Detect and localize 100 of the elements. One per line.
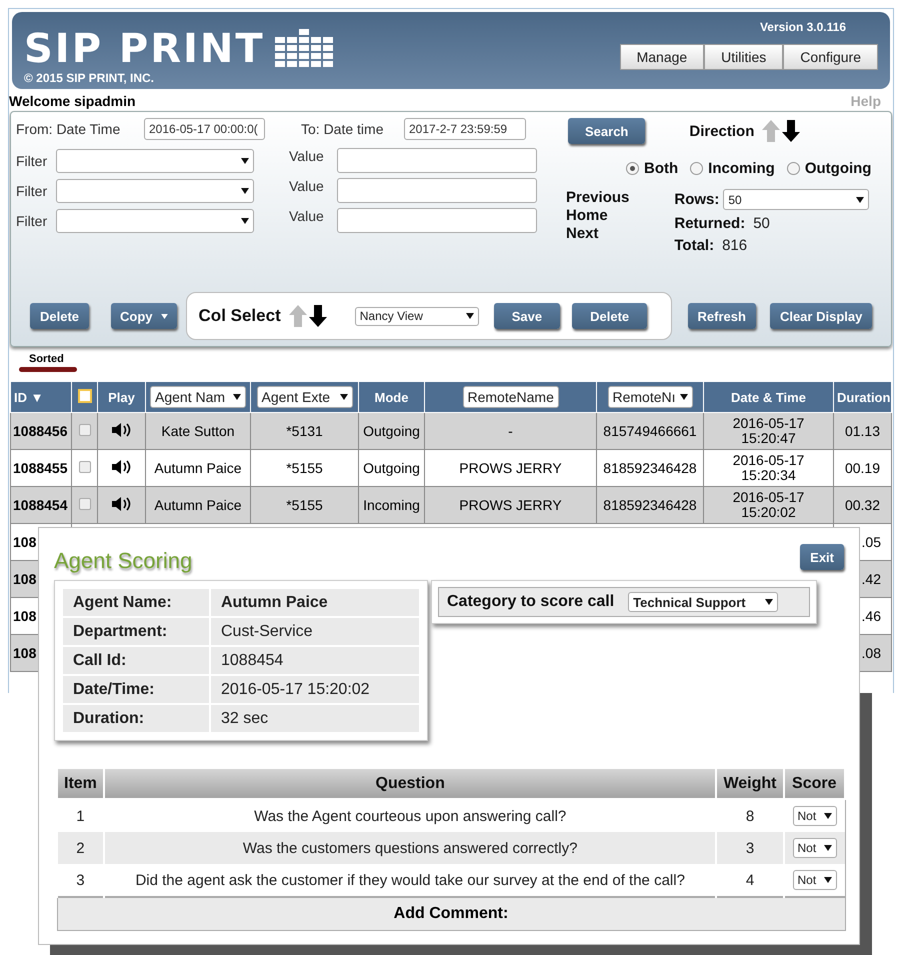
filter-select[interactable] [56, 148, 254, 172]
caret-icon [340, 394, 348, 400]
caret-icon [680, 394, 688, 400]
extension-cell: *5131 [286, 422, 323, 438]
rows-select[interactable]: 50 [723, 189, 870, 210]
copy-button[interactable]: Copy [111, 303, 177, 329]
info-value: Autumn Paice [210, 588, 420, 617]
caret-icon [824, 877, 832, 883]
score-select[interactable]: Not [792, 806, 836, 826]
time-cell: 15:20:02 [741, 504, 796, 520]
refresh-button[interactable]: Refresh [688, 303, 756, 329]
filter-label: Filter [16, 182, 48, 198]
id-cell: 1088455 [13, 460, 68, 476]
column-select[interactable]: RemoteNı [608, 386, 692, 408]
value-field[interactable] [337, 178, 537, 203]
down-arrow-icon [782, 120, 800, 142]
view-select[interactable]: Nancy View [354, 306, 479, 326]
select-all-checkbox[interactable] [78, 388, 92, 402]
info-value: Cust-Service [210, 617, 420, 646]
score-select[interactable]: Not [792, 870, 836, 890]
search-button[interactable]: Search [568, 118, 646, 144]
value-label: Value [288, 148, 325, 164]
bars-logo-icon [274, 29, 335, 69]
duration-cell: .42 [862, 570, 881, 586]
category-select[interactable]: Technical Support [628, 592, 778, 612]
value-field[interactable] [337, 148, 537, 173]
column-header: Date & Time [731, 390, 806, 404]
id-cell: 108 [13, 608, 36, 624]
agent-cell: Autumn Paice [154, 460, 242, 476]
id-cell: 1088454 [13, 496, 68, 512]
info-label: Call Id: [62, 646, 210, 675]
direction-radio[interactable]: Outgoing [786, 160, 872, 177]
from-label: From: Date Time [16, 121, 122, 137]
save-button[interactable]: Save [494, 303, 560, 329]
duration-cell: .05 [862, 534, 881, 550]
column-select[interactable]: Agent Nam [150, 386, 246, 408]
total-value: 816 [722, 237, 748, 254]
clear-display-button[interactable]: Clear Display [770, 303, 872, 329]
info-value: 32 sec [210, 704, 420, 733]
value-field[interactable] [337, 208, 537, 233]
row-checkbox[interactable] [78, 460, 90, 472]
caret-icon [241, 218, 249, 224]
score-select[interactable]: Not [792, 838, 836, 858]
paging-link[interactable]: Previous [566, 189, 630, 207]
delete-button[interactable]: Delete [30, 303, 90, 329]
paging-link[interactable]: Home [566, 207, 630, 225]
nav-button[interactable]: Configure [783, 44, 878, 70]
add-comment-header: Add Comment: [57, 897, 845, 930]
total-label: Total: [674, 237, 714, 254]
question-column-header: Question [104, 768, 716, 799]
direction-radio[interactable]: Incoming [690, 160, 775, 177]
returned-value: 50 [753, 215, 770, 232]
column-select[interactable]: RemoteName [462, 386, 558, 408]
id-cell: 1088456 [13, 422, 68, 438]
question-column-header: Score [784, 768, 845, 799]
exit-button[interactable]: Exit [800, 544, 844, 570]
time-cell: 15:20:34 [741, 467, 796, 483]
up-arrow-icon [762, 120, 780, 142]
rows-label: Rows: [674, 191, 720, 208]
speaker-icon[interactable] [112, 422, 132, 438]
value-label: Value [288, 178, 325, 194]
nav-button[interactable]: Manage [620, 44, 704, 70]
paging-link[interactable]: Next [566, 225, 630, 243]
speaker-icon[interactable] [112, 496, 132, 512]
info-label: Department: [62, 617, 210, 646]
filter-label: Filter [16, 212, 48, 228]
row-checkbox[interactable] [78, 424, 90, 436]
question-column-header: Weight [716, 768, 784, 799]
to-label: To: Date time [300, 121, 384, 137]
remote-number-cell: 815749466661 [603, 422, 697, 438]
direction-radio[interactable]: Both [626, 160, 678, 177]
filter-label: Filter [16, 152, 48, 168]
item-cell: 1 [76, 808, 85, 824]
filter-select[interactable] [56, 208, 254, 232]
returned-label: Returned: [674, 215, 746, 232]
agent-cell: Autumn Paice [154, 496, 242, 512]
to-date-field[interactable]: 2017-2-7 23:59:59 [404, 118, 526, 140]
duration-cell: 01.13 [844, 422, 880, 438]
sorted-bar [19, 367, 77, 372]
version-text: Version 3.0.116 [760, 20, 846, 34]
caret-icon [233, 394, 241, 400]
mode-cell: Outgoing [363, 460, 420, 476]
column-select[interactable]: Agent Exte [256, 386, 352, 408]
weight-cell: 4 [746, 872, 754, 888]
time-cell: 15:20:47 [741, 430, 796, 446]
col-select-label: Col Select [198, 306, 281, 326]
dialog-title: Agent Scoring [54, 548, 192, 574]
caret-icon [241, 158, 249, 164]
from-date-field[interactable]: 2016-05-17 00:00:0( [144, 118, 265, 140]
weight-cell: 3 [746, 840, 754, 856]
id-cell: 108 [13, 534, 36, 550]
remote-number-cell: 818592346428 [603, 460, 697, 476]
delete-view-button[interactable]: Delete [572, 303, 648, 329]
caret-icon [160, 314, 168, 318]
remote-number-cell: 818592346428 [603, 496, 697, 512]
filter-select[interactable] [56, 178, 254, 202]
value-label: Value [288, 208, 325, 224]
row-checkbox[interactable] [78, 498, 90, 510]
speaker-icon[interactable] [112, 458, 132, 474]
nav-button[interactable]: Utilities [704, 44, 784, 70]
